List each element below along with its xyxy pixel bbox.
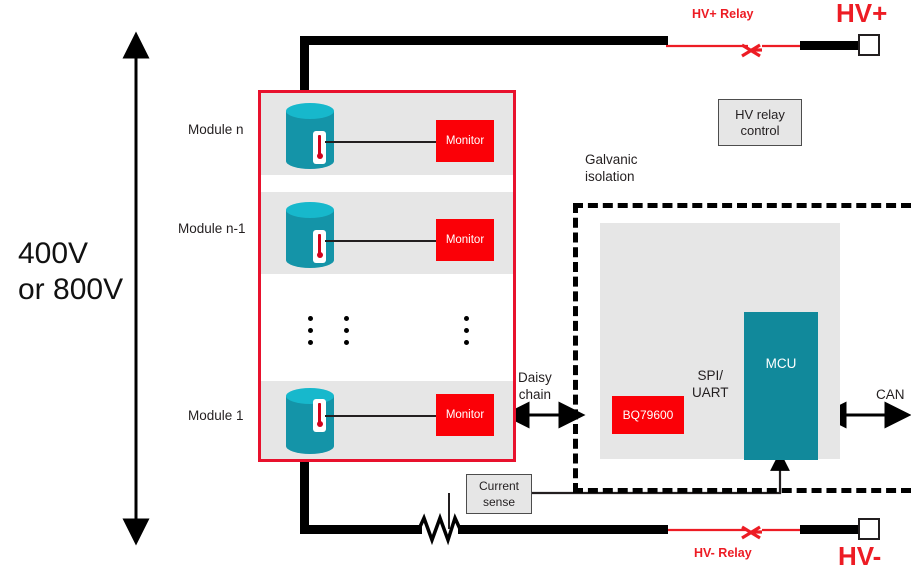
battery-cell-icon-n-1 (286, 202, 334, 268)
monitor-block-1[interactable]: Monitor (436, 394, 494, 436)
spi-uart-label: SPI/ UART (692, 368, 729, 400)
current-sense-box[interactable]: Current sense (466, 474, 532, 514)
hv-relay-control-box[interactable]: HV relay control (718, 99, 802, 146)
module-label-n: Module n (188, 122, 244, 137)
bq79600-chip[interactable]: BQ79600 (612, 396, 684, 434)
monitor-block-n[interactable]: Monitor (436, 120, 494, 162)
cell-to-monitor-wire-n-1 (325, 240, 437, 242)
battery-cell-icon-n (286, 103, 334, 169)
daisy-chain-label: Daisy chain (518, 370, 552, 402)
pack-voltage-label: 400V or 800V (18, 237, 124, 306)
hv-plus-relay-label: HV+ Relay (692, 7, 754, 21)
hv-minus-bus-left (300, 525, 422, 534)
galvanic-isolation-label: Galvanic isolation (585, 152, 638, 184)
daisy-chain-ellipsis (464, 316, 469, 352)
cell-to-monitor-wire-1 (325, 415, 437, 417)
cell-to-monitor-wire-n (325, 141, 437, 143)
hv-minus-terminal-square (858, 518, 880, 540)
hv-minus-bus-terminal-lead (800, 525, 862, 534)
module-label-n-1: Module n-1 (178, 221, 246, 236)
battery-cell-icon-1 (286, 388, 334, 454)
hv-plus-terminal-label: HV+ (836, 0, 888, 28)
can-label: CAN (876, 387, 905, 402)
hv-minus-bus-riser (300, 462, 309, 530)
hv-plus-terminal-square (858, 34, 880, 56)
pack-ellipsis-right (344, 316, 349, 352)
pack-ellipsis-left (308, 316, 313, 352)
diagram-canvas: 400V or 800V HV+ Relay HV+ HV- Relay HV-… (0, 0, 911, 576)
monitor-block-n-1[interactable]: Monitor (436, 219, 494, 261)
hv-minus-relay-label: HV- Relay (694, 546, 752, 560)
module-label-1: Module 1 (188, 408, 244, 423)
hv-minus-bus-mid (458, 525, 668, 534)
mcu-chip[interactable]: MCU (744, 312, 818, 460)
hv-minus-terminal-label: HV- (838, 541, 882, 571)
hv-plus-bus-top (300, 36, 668, 45)
temperature-sensor-icon-n-1 (313, 230, 326, 263)
temperature-sensor-icon-n (313, 131, 326, 164)
hv-plus-bus-terminal-lead (800, 41, 862, 50)
